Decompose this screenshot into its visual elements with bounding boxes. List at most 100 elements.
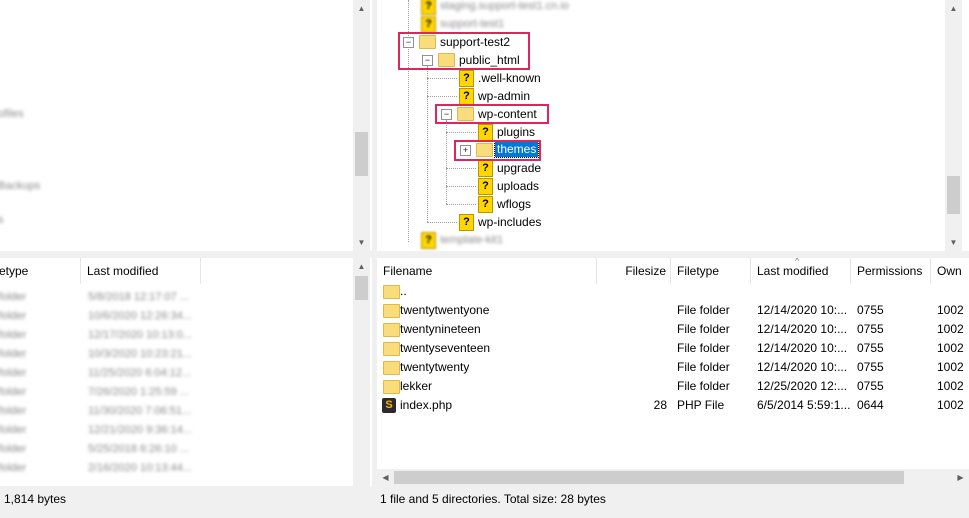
cell-owner: 1002 <box>937 303 964 317</box>
table-row[interactable]: File folder 10/6/2020 12:26:34... <box>0 307 350 326</box>
cell-filetype: File folder <box>0 443 27 455</box>
scroll-up-icon[interactable]: ▲ <box>353 0 370 17</box>
cell-owner: 1002 <box>937 379 964 393</box>
cell-last-modified: 5/25/2018 6:26:10 ... <box>88 443 189 455</box>
cell-last-modified: 12/14/2020 10:... <box>757 322 848 336</box>
local-status-bar: 1,814 bytes <box>0 488 372 510</box>
cell-last-modified: 12/14/2020 10:... <box>757 303 848 317</box>
cell-filename: lekker <box>400 379 433 393</box>
cell-owner: 1002 <box>937 322 964 336</box>
folder-icon <box>383 304 400 318</box>
table-row[interactable]: File folder 11/25/2020 6:04:12... <box>0 364 350 383</box>
cell-last-modified: 12/25/2020 12:... <box>757 379 848 393</box>
folder-icon <box>383 342 400 356</box>
table-row[interactable]: twentyseventeen File folder 12/14/2020 10:… <box>377 339 969 358</box>
local-tree-item[interactable]: s <box>0 214 4 226</box>
local-list-scrollbar[interactable]: ▲ <box>353 258 370 486</box>
local-tree-pane[interactable]: ofiles Backups s ▲ ▼ <box>0 0 372 251</box>
question-icon: ? <box>478 160 493 177</box>
local-status-text: 1,814 bytes <box>4 492 67 506</box>
folder-icon <box>383 285 400 299</box>
tree-item-upgrade[interactable]: ? upgrade <box>478 159 678 177</box>
question-icon: ? <box>421 0 436 15</box>
column-header-last-modified[interactable]: Last modified ^ <box>751 258 851 284</box>
table-row[interactable]: .. <box>377 282 969 301</box>
table-row[interactable]: File folder 2/16/2020 10:13:44... <box>0 459 350 478</box>
cell-permissions: 0755 <box>857 360 884 374</box>
question-icon: ? <box>478 196 493 213</box>
cell-permissions: 0644 <box>857 398 884 412</box>
cell-last-modified: 10/3/2020 10:23:21... <box>88 348 192 360</box>
table-row[interactable]: File folder 12/21/2020 9:36:14... <box>0 421 350 440</box>
cell-filename: twentytwenty <box>400 360 470 374</box>
tree-item-wflogs[interactable]: ? wflogs <box>478 195 678 213</box>
cell-last-modified: 12/21/2020 9:36:14... <box>88 424 192 436</box>
cell-filename: index.php <box>400 398 453 412</box>
column-header-owner[interactable]: Own <box>931 258 969 284</box>
cell-last-modified: 2/16/2020 10:13:44... <box>88 462 192 474</box>
cell-last-modified: 10/6/2020 12:26:34... <box>88 310 192 322</box>
scroll-up-icon[interactable]: ▲ <box>353 258 370 275</box>
column-header-filetype[interactable]: etype <box>0 258 81 284</box>
column-header-filename[interactable]: Filename <box>377 258 597 284</box>
tree-item-wp-admin[interactable]: ? wp-admin <box>459 87 659 105</box>
tree-item-plugins[interactable]: ? plugins <box>478 123 678 141</box>
scrollbar-thumb[interactable] <box>355 132 368 176</box>
local-file-list[interactable]: etype Last modified File folder 5/8/2018 … <box>0 258 372 486</box>
cell-filetype: File folder <box>0 367 27 379</box>
table-row[interactable]: File folder 5/25/2018 6:26:10 ... <box>0 440 350 459</box>
sort-ascending-icon: ^ <box>795 258 800 266</box>
table-row[interactable]: File folder 10/3/2020 10:23:21... <box>0 345 350 364</box>
cell-filetype: File folder <box>0 310 27 322</box>
cell-permissions: 0755 <box>857 341 884 355</box>
cell-last-modified: 5/8/2018 12:17:07 ... <box>88 291 189 303</box>
table-row[interactable]: File folder 11/30/2020 7:06:51... <box>0 402 350 421</box>
table-row[interactable]: File folder 7/26/2020 1:25:59 ... <box>0 383 350 402</box>
scroll-up-icon[interactable]: ▲ <box>945 0 962 17</box>
column-header-last-modified[interactable]: Last modified <box>81 258 201 284</box>
cell-filesize: 28 <box>653 398 667 412</box>
scroll-down-icon[interactable]: ▼ <box>945 234 962 251</box>
cell-last-modified: 12/14/2020 10:... <box>757 360 848 374</box>
table-row[interactable]: Sindex.php 28 PHP File 6/5/2014 5:59:1... 06… <box>377 396 969 415</box>
cell-permissions: 0755 <box>857 379 884 393</box>
remote-tree-scrollbar[interactable]: ▲ ▼ <box>945 0 962 251</box>
scrollbar-thumb[interactable] <box>947 176 960 214</box>
cell-last-modified: 12/14/2020 10:... <box>757 341 848 355</box>
column-header-permissions[interactable]: Permissions <box>851 258 931 284</box>
local-tree-item[interactable]: Backups <box>0 180 40 192</box>
remote-tree-pane[interactable]: ? staging.support-test1.cn.io ? support-… <box>377 0 969 251</box>
column-header-filetype[interactable]: Filetype <box>671 258 751 284</box>
table-row[interactable]: lekker File folder 12/25/2020 12:... 0755 10… <box>377 377 969 396</box>
cell-permissions: 0755 <box>857 303 884 317</box>
scroll-right-icon[interactable]: ▶ <box>952 469 969 486</box>
tree-item-well-known[interactable]: ? .well-known <box>459 69 659 87</box>
tree-item-uploads[interactable]: ? uploads <box>478 177 678 195</box>
cell-filetype: File folder <box>0 329 27 341</box>
tree-line <box>427 66 428 222</box>
scrollbar-thumb[interactable] <box>394 471 904 484</box>
tree-line <box>427 222 457 223</box>
scrollbar-thumb[interactable] <box>355 276 368 300</box>
table-row[interactable]: twentytwentyone File folder 12/14/2020 10:… <box>377 301 969 320</box>
table-row[interactable]: twentytwenty File folder 12/14/2020 10:...… <box>377 358 969 377</box>
scroll-left-icon[interactable]: ◀ <box>377 469 394 486</box>
question-icon: ? <box>459 214 474 231</box>
local-tree-scrollbar[interactable]: ▲ ▼ <box>353 0 370 251</box>
column-header-filesize[interactable]: Filesize <box>597 258 671 284</box>
folder-icon <box>383 380 400 394</box>
remote-list-hscrollbar[interactable]: ◀ ▶ <box>377 469 969 486</box>
cell-filename: twentytwentyone <box>400 303 490 317</box>
scroll-down-icon[interactable]: ▼ <box>353 234 370 251</box>
cell-filetype: File folder <box>0 424 27 436</box>
cell-filetype: File folder <box>677 379 730 393</box>
table-row[interactable]: File folder 5/8/2018 12:17:07 ... <box>0 288 350 307</box>
highlight-box <box>454 140 541 161</box>
tree-item-wp-includes[interactable]: ? wp-includes <box>459 213 659 231</box>
tree-line <box>446 204 476 205</box>
local-tree-item[interactable]: ofiles <box>0 108 24 120</box>
remote-file-list[interactable]: Filename Filesize Filetype Last modified… <box>377 258 969 486</box>
table-row[interactable]: twentynineteen File folder 12/14/2020 10:.… <box>377 320 969 339</box>
table-row[interactable]: File folder 12/17/2020 10:13:0... <box>0 326 350 345</box>
cell-last-modified: 7/26/2020 1:25:59 ... <box>88 386 189 398</box>
